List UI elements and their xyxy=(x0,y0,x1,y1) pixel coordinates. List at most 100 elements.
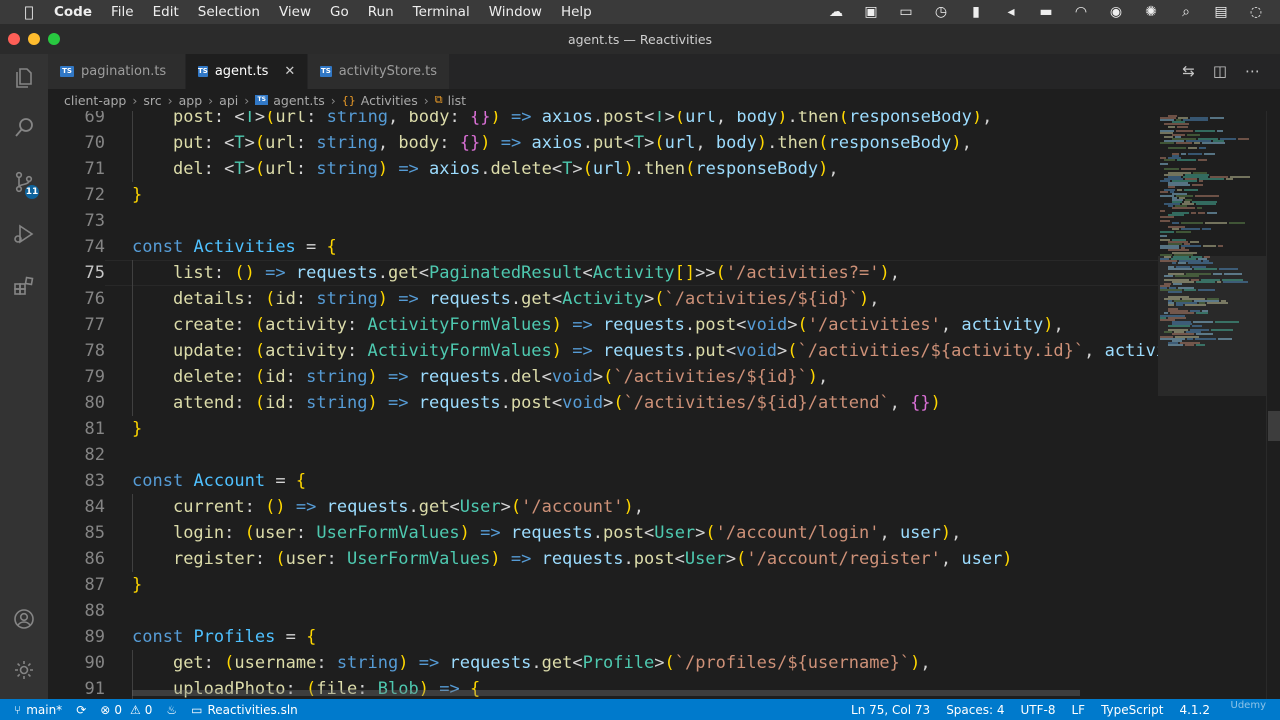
branch-indicator[interactable]: ⑂ main* xyxy=(0,699,69,720)
problems-indicator[interactable]: ⊗ 0 ⚠ 0 xyxy=(93,699,159,720)
code-line[interactable]: 70 put: <T>(url: string, body: {}) => ax… xyxy=(48,130,1158,156)
code-line[interactable]: 78 update: (activity: ActivityFormValues… xyxy=(48,338,1158,364)
flame-icon[interactable]: ♨ xyxy=(159,699,184,720)
language-mode[interactable]: TypeScript xyxy=(1093,699,1171,720)
code-editor[interactable]: 69 post: <T>(url: string, body: {}) => a… xyxy=(48,111,1158,699)
cursor-position[interactable]: Ln 75, Col 73 xyxy=(843,699,938,720)
code-line[interactable]: 90 get: (username: string) => requests.g… xyxy=(48,650,1158,676)
notification-icon[interactable]: ▤ xyxy=(1211,4,1231,20)
code-line[interactable]: 84 current: () => requests.get<User>('/a… xyxy=(48,494,1158,520)
breadcrumb-item[interactable]: api xyxy=(219,93,238,108)
minimap-line xyxy=(1202,228,1211,231)
code-line[interactable]: 71 del: <T>(url: string) => axios.delete… xyxy=(48,156,1158,182)
menu-selection[interactable]: Selection xyxy=(198,4,260,20)
menu-run[interactable]: Run xyxy=(368,4,394,20)
window-minimize-button[interactable] xyxy=(28,33,40,45)
code-line[interactable]: 73 xyxy=(48,208,1158,234)
volume-icon[interactable]: ◂ xyxy=(1001,4,1021,20)
breadcrumb-item[interactable]: client-app xyxy=(64,93,126,108)
code-line[interactable]: 87} xyxy=(48,572,1158,598)
breadcrumb-item[interactable]: agent.ts xyxy=(273,93,325,108)
vertical-scrollbar[interactable] xyxy=(1266,111,1280,699)
extensions-icon[interactable] xyxy=(0,262,48,310)
code-line[interactable]: 76 details: (id: string) => requests.get… xyxy=(48,286,1158,312)
wifi-icon[interactable]: ◠ xyxy=(1071,4,1091,20)
tab-agent[interactable]: TS agent.ts ✕ xyxy=(186,54,308,89)
code-line[interactable]: 72} xyxy=(48,182,1158,208)
line-number: 89 xyxy=(84,627,105,647)
minimap-line xyxy=(1217,280,1221,283)
display-icon[interactable]: ▭ xyxy=(896,4,916,20)
search-icon[interactable]: ⌕ xyxy=(1176,4,1196,20)
code-line[interactable]: 81} xyxy=(48,416,1158,442)
code-line[interactable]: 86 register: (user: UserFormValues) => r… xyxy=(48,546,1158,572)
code-line[interactable]: 80 attend: (id: string) => requests.post… xyxy=(48,390,1158,416)
menu-status-area: ☁ ▣ ▭ ◷ ▮ ◂ ▬ ◠ ◉ ✺ ⌕ ▤ ◌ xyxy=(826,0,1266,24)
run-debug-icon[interactable] xyxy=(0,210,48,258)
code-line[interactable]: 88 xyxy=(48,598,1158,624)
code-line[interactable]: 79 delete: (id: string) => requests.del<… xyxy=(48,364,1158,390)
menu-file[interactable]: File xyxy=(111,4,134,20)
search-icon[interactable] xyxy=(0,104,48,152)
more-actions-icon[interactable]: ⋯ xyxy=(1245,62,1260,80)
apple-menu-icon[interactable]:  xyxy=(18,3,40,21)
code-line[interactable]: 89 const Profiles = { xyxy=(48,624,1158,650)
code-line[interactable]: 77 create: (activity: ActivityFormValues… xyxy=(48,312,1158,338)
cloud-icon[interactable]: ☁ xyxy=(826,4,846,20)
menu-window[interactable]: Window xyxy=(489,4,542,20)
breadcrumb-item[interactable]: src xyxy=(143,93,161,108)
menu-edit[interactable]: Edit xyxy=(153,4,179,20)
siri-icon[interactable]: ◌ xyxy=(1246,4,1266,20)
tab-close-icon[interactable]: ✕ xyxy=(284,64,295,79)
code-line[interactable]: 75 list: () => requests.get<PaginatedRes… xyxy=(48,260,1158,286)
clock-icon[interactable]: ◷ xyxy=(931,4,951,20)
minimap[interactable] xyxy=(1158,111,1266,699)
breadcrumb-item[interactable]: app xyxy=(179,93,203,108)
control-center-icon[interactable]: ✺ xyxy=(1141,4,1161,20)
encoding[interactable]: UTF-8 xyxy=(1013,699,1064,720)
split-editor-icon[interactable]: ◫ xyxy=(1213,62,1227,80)
menu-app[interactable]: Code xyxy=(54,4,92,20)
compare-changes-icon[interactable]: ⇆ xyxy=(1182,62,1195,80)
code-line[interactable]: 69 post: <T>(url: string, body: {}) => a… xyxy=(48,111,1158,130)
solution-indicator[interactable]: ▭ Reactivities.sln xyxy=(184,699,305,720)
minimap-line xyxy=(1207,211,1217,214)
scrollbar-thumb[interactable] xyxy=(1268,411,1280,441)
indent-guide xyxy=(132,494,133,572)
source-control-icon[interactable]: 11 xyxy=(0,158,48,206)
explorer-icon[interactable] xyxy=(0,54,48,102)
menu-view[interactable]: View xyxy=(279,4,311,20)
menu-terminal[interactable]: Terminal xyxy=(413,4,470,20)
minimap-line xyxy=(1168,125,1175,128)
code-line[interactable]: 83 const Account = { xyxy=(48,468,1158,494)
sync-icon[interactable]: ⟳ xyxy=(69,699,93,720)
code-line[interactable]: 82 xyxy=(48,442,1158,468)
code-text: list: () => requests.get<PaginatedResult… xyxy=(172,263,900,283)
user-icon[interactable]: ◉ xyxy=(1106,4,1126,20)
account-icon[interactable] xyxy=(0,595,48,643)
breadcrumb-item[interactable]: list xyxy=(448,93,466,108)
horizontal-scrollbar[interactable] xyxy=(132,690,1080,696)
end-of-line[interactable]: LF xyxy=(1063,699,1093,720)
tab-activity-store[interactable]: TS activityStore.ts xyxy=(308,54,450,89)
bookmark-icon[interactable]: ▮ xyxy=(966,4,986,20)
minimap-line xyxy=(1195,129,1215,132)
breadcrumb-item[interactable]: Activities xyxy=(361,93,418,108)
indentation[interactable]: Spaces: 4 xyxy=(938,699,1012,720)
code-line[interactable]: 74 const Activities = { xyxy=(48,234,1158,260)
minimap-line xyxy=(1217,129,1223,132)
minimap-line xyxy=(1202,142,1225,145)
minimap-line xyxy=(1185,343,1194,346)
window-zoom-button[interactable] xyxy=(48,33,60,45)
camera-icon[interactable]: ▣ xyxy=(861,4,881,20)
menu-go[interactable]: Go xyxy=(330,4,349,20)
code-line[interactable]: 85 login: (user: UserFormValues) => requ… xyxy=(48,520,1158,546)
manage-gear-icon[interactable] xyxy=(0,646,48,694)
typescript-version[interactable]: 4.1.2 xyxy=(1171,699,1218,720)
indent-guide xyxy=(132,111,133,182)
window-close-button[interactable] xyxy=(8,33,20,45)
menu-help[interactable]: Help xyxy=(561,4,592,20)
battery-icon[interactable]: ▬ xyxy=(1036,4,1056,20)
tab-pagination[interactable]: TS pagination.ts xyxy=(48,54,186,89)
minimap-line xyxy=(1230,175,1250,178)
